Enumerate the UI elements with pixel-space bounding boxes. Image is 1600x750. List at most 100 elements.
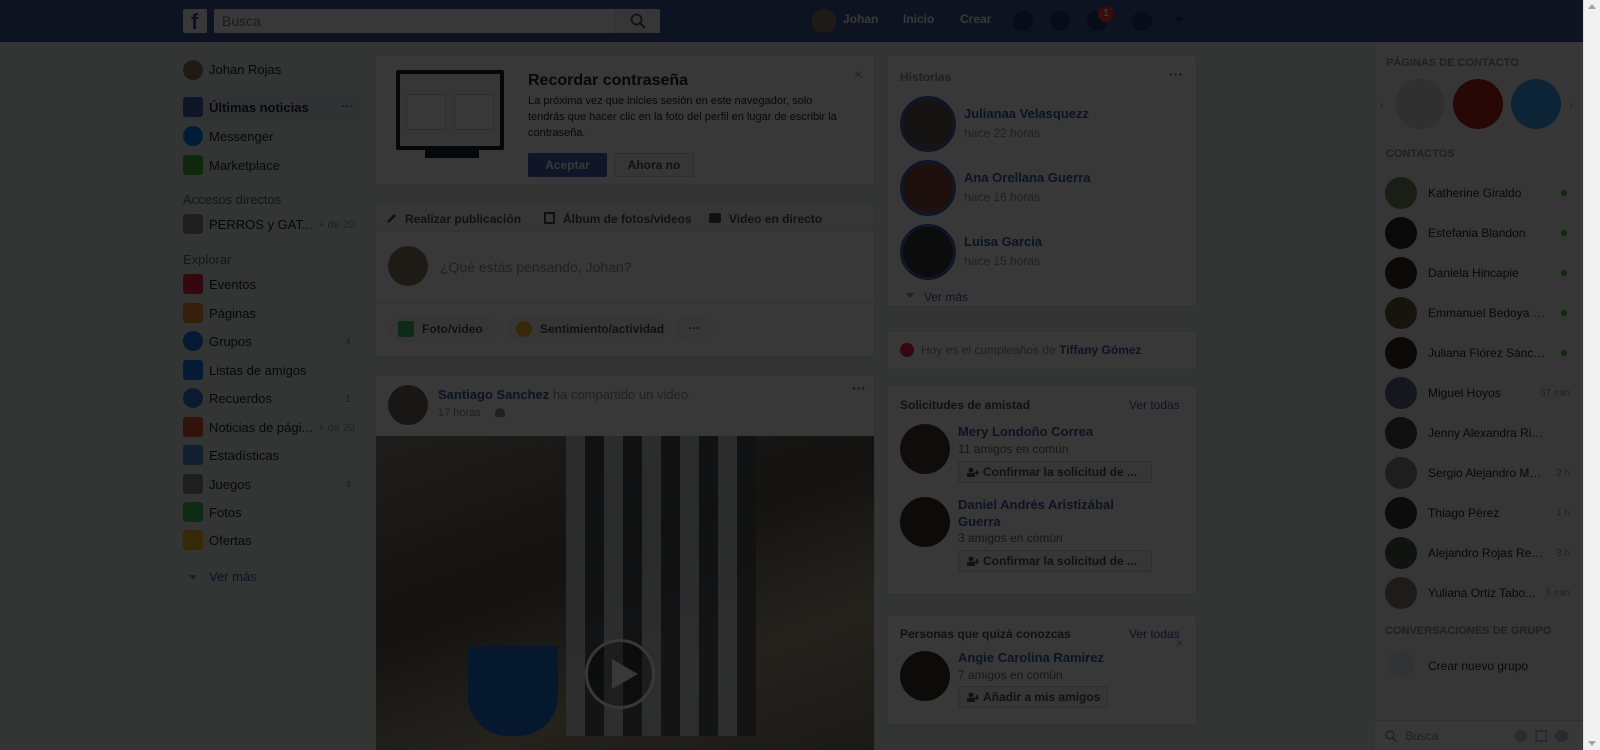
contact-page-avatar[interactable] [1511,79,1561,129]
friend-requests-icon[interactable] [1013,11,1033,31]
stories-see-more-link[interactable]: Ver más [924,290,968,304]
story-avatar[interactable] [900,224,956,280]
photos-icon [183,502,203,522]
scroll-up-icon[interactable] [1588,4,1596,9]
home-link[interactable]: Inicio [903,12,934,26]
request-name[interactable]: Mery Londoño Correa [958,424,1093,439]
memories-count: 1 [345,393,352,405]
story-avatar[interactable] [900,160,956,216]
chevron-right-icon[interactable]: › [1569,98,1573,112]
birthday-name-link[interactable]: Tiffany Gómez [1059,343,1141,357]
feeling-activity-button[interactable]: Sentimiento/actividad [506,316,666,342]
contact-item[interactable]: Daniela Hincapie [1385,255,1570,291]
help-icon[interactable] [1132,11,1152,31]
see-more-link[interactable]: Ver más [209,569,257,584]
add-friend-button[interactable]: Añadir a mis amigos [958,686,1108,708]
stories-options-icon[interactable]: ··· [1169,66,1183,82]
contact-item[interactable]: Juliana Flórez Sánchez [1385,335,1570,371]
not-now-button[interactable]: Ahora no [614,153,694,177]
sidebar-item-pages[interactable]: Páginas [209,306,256,321]
post-timestamp[interactable]: 17 horas [438,407,481,419]
dismiss-icon[interactable]: × [1176,636,1183,650]
composer-input[interactable]: ¿Qué estás pensando, Johan? [440,259,631,275]
composer-avatar [388,246,428,286]
sidebar-item-groups[interactable]: Grupos [209,334,252,349]
pymk-name[interactable]: Angie Carolina Ramirez [958,650,1104,665]
story-name[interactable]: Ana Orellana Guerra [964,170,1090,185]
sidebar-item-photos[interactable]: Fotos [209,505,242,520]
group-icon[interactable] [1555,730,1569,742]
post-options-icon[interactable]: ··· [852,380,866,396]
chevron-left-icon[interactable]: ‹ [1380,98,1384,112]
chevron-down-icon[interactable] [1173,17,1185,25]
sidebar-item-memories[interactable]: Recuerdos [209,391,272,406]
sidebar-item-profile[interactable]: Johan Rojas [209,62,281,77]
groups-count: 4 [345,336,352,348]
sidebar-item-friend-lists[interactable]: Listas de amigos [209,363,307,378]
story-name[interactable]: Luisa Garcia [964,234,1042,249]
compose-icon[interactable] [1535,730,1547,742]
more-options-icon[interactable]: ··· [674,316,714,342]
tab-live-video[interactable]: Video en directo [729,212,822,226]
search-box[interactable] [214,9,660,33]
messenger-icon[interactable] [1050,11,1070,31]
pymk-see-all[interactable]: Ver todas [1129,627,1180,641]
friends-audience-icon[interactable] [495,408,505,417]
tab-create-post[interactable]: Realizar publicación [405,212,521,226]
sidebar-item-messenger[interactable]: Messenger [209,129,273,144]
sidebar-item-events[interactable]: Eventos [209,277,256,292]
contact-item[interactable]: Alejandro Rojas Red... 3 h [1385,535,1570,571]
more-options-icon[interactable]: ··· [341,99,353,113]
story-avatar[interactable] [900,96,956,152]
profile-avatar[interactable] [183,60,203,80]
story-time: hace 22 horas [964,126,1041,140]
chat-search-input[interactable]: Busca [1405,729,1438,743]
tab-photo-album[interactable]: Álbum de fotos/videos [563,212,692,226]
accept-button[interactable]: Aceptar [528,153,607,177]
profile-link[interactable]: Johan [843,12,878,26]
contact-item[interactable]: Sergio Alejandro Ma... 2 h [1385,455,1570,491]
post-author-link[interactable]: Santiago Sanchez [438,387,549,402]
sidebar-item-shortcut[interactable]: PERROS y GAT... [209,217,313,232]
sidebar-item-offers[interactable]: Ofertas [209,533,252,548]
create-link[interactable]: Crear [960,12,991,26]
contact-page-avatar[interactable] [1453,79,1503,129]
games-icon [183,474,203,494]
search-input[interactable] [222,12,612,30]
story-name[interactable]: Julianaa Velasquezz [964,106,1089,121]
sidebar-item-page-feed[interactable]: Noticias de pági... [209,420,312,435]
contact-item[interactable]: Jenny Alexandra Rios Go... [1385,415,1570,451]
pymk-avatar[interactable] [900,651,950,701]
contact-item[interactable]: Estefania Blandon [1385,215,1570,251]
pymk-heading: Personas que quizá conozcas [900,627,1071,641]
confirm-request-button[interactable]: Confirmar la solicitud de ... [958,550,1152,572]
photo-video-button[interactable]: Foto/video [388,316,498,342]
sidebar-item-marketplace[interactable]: Marketplace [209,158,280,173]
search-button[interactable] [614,9,660,33]
friend-requests-see-all[interactable]: Ver todas [1129,398,1180,412]
contact-item[interactable]: Yuliana Ortiz Tabo... 5 min [1385,575,1570,611]
close-icon[interactable]: × [854,66,862,82]
contact-page-avatar[interactable] [1395,79,1445,129]
scrollbar[interactable] [1583,0,1600,750]
scroll-down-icon[interactable] [1588,741,1596,746]
contact-item[interactable]: Thiago Pérez 1 h [1385,495,1570,531]
video-player[interactable] [376,436,874,750]
contact-item[interactable]: Miguel Hoyos 57 min [1385,375,1570,411]
sidebar-item-games[interactable]: Juegos [209,477,251,492]
contact-item[interactable]: Katherine Giraldo [1385,175,1570,211]
facebook-logo[interactable]: f [183,9,207,34]
user-avatar[interactable] [812,9,836,33]
request-avatar[interactable] [900,497,950,547]
contact-item[interactable]: Emmanuel Bedoya U... [1385,295,1570,331]
request-avatar[interactable] [900,424,950,474]
create-group-link[interactable]: Crear nuevo grupo [1428,659,1528,673]
play-button[interactable] [585,639,655,709]
post-author-avatar[interactable] [388,385,428,425]
confirm-request-button[interactable]: Confirmar la solicitud de ... [958,461,1152,483]
request-name[interactable]: Daniel Andrés Aristizábal Guerra [958,496,1148,530]
settings-icon[interactable] [1515,730,1527,742]
online-indicator [1561,230,1567,236]
sidebar-item-insights[interactable]: Estadísticas [209,448,279,463]
sidebar-item-news-feed[interactable]: Últimas noticias [209,100,309,115]
